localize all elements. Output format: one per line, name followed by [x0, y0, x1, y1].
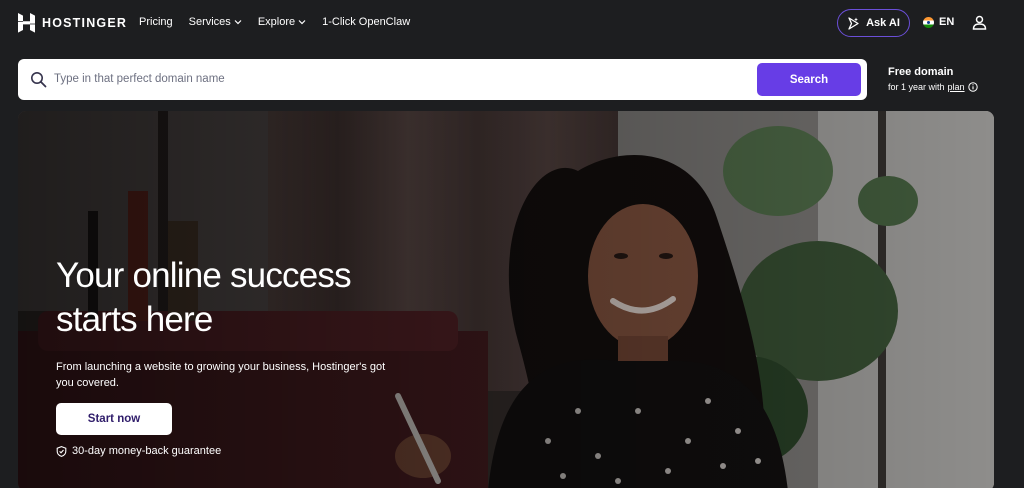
info-icon[interactable] [967, 82, 978, 92]
search-icon [31, 72, 47, 88]
free-domain-note: Free domain for 1 year with plan [888, 66, 978, 92]
main-nav: Pricing Services Explore 1-Click OpenCla… [139, 16, 426, 28]
free-domain-subtitle: for 1 year with plan [888, 82, 978, 92]
nav-item-services[interactable]: Services [189, 16, 242, 28]
nav-item-label: Pricing [139, 16, 173, 28]
nav-item-label: Services [188, 16, 231, 28]
free-domain-sub-text: for 1 year with [888, 82, 945, 92]
domain-search-bar: Search [18, 59, 867, 100]
shield-check-icon [56, 445, 67, 457]
nav-item-pricing[interactable]: Pricing [139, 16, 173, 28]
nav-item-openclaw[interactable]: 1-Click OpenClaw [322, 16, 410, 28]
india-flag-icon [923, 16, 934, 28]
brand-name: HOSTINGER [42, 16, 128, 30]
hero-banner: Your online success starts here From lau… [18, 111, 994, 488]
sparkle-icon [848, 16, 859, 30]
chevron-down-icon [298, 20, 306, 25]
top-navbar: HOSTINGER Pricing Services Explore 1-Cli… [0, 0, 1024, 46]
domain-search-input[interactable] [54, 67, 744, 91]
plan-link[interactable]: plan [948, 82, 965, 92]
start-now-button[interactable]: Start now [56, 403, 172, 435]
hostinger-logo[interactable]: HOSTINGER [18, 13, 127, 33]
ask-ai-label: Ask AI [866, 17, 900, 29]
hero-subtitle: From launching a website to growing your… [56, 361, 386, 389]
search-button[interactable]: Search [757, 63, 861, 96]
hero-text-block: Your online success starts here From lau… [56, 254, 416, 391]
language-label: EN [939, 16, 955, 28]
nav-item-label: Explore [257, 16, 296, 28]
nav-item-explore[interactable]: Explore [258, 16, 306, 28]
hostinger-logo-icon [18, 13, 35, 33]
language-selector[interactable]: EN [923, 16, 954, 28]
chevron-down-icon [234, 20, 242, 25]
ask-ai-button[interactable]: Ask AI [837, 9, 910, 37]
money-back-guarantee: 30-day money-back guarantee [56, 445, 221, 457]
nav-item-label: 1-Click OpenClaw [322, 16, 411, 28]
user-account-icon[interactable] [972, 15, 987, 30]
free-domain-title: Free domain [888, 66, 954, 78]
hero-title: Your online success starts here [56, 256, 352, 339]
guarantee-text: 30-day money-back guarantee [72, 445, 222, 457]
